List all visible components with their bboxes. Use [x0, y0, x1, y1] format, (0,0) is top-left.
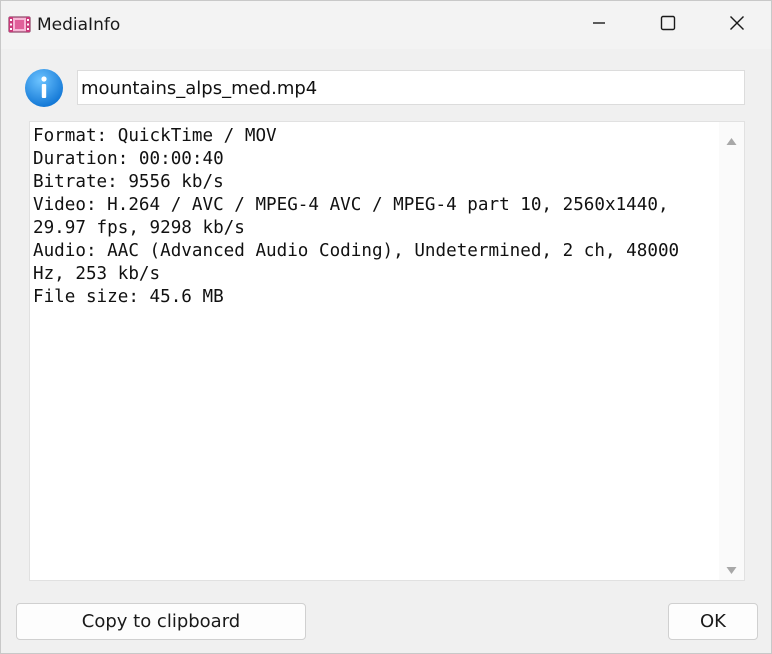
minimize-icon	[591, 15, 607, 35]
scroll-down-arrow-icon[interactable]	[726, 560, 737, 579]
vertical-scrollbar[interactable]	[719, 122, 744, 580]
close-icon	[729, 15, 745, 35]
copy-to-clipboard-button[interactable]: Copy to clipboard	[16, 603, 306, 640]
window-title: MediaInfo	[37, 15, 121, 35]
info-icon	[24, 68, 64, 108]
mediainfo-dialog: MediaInfo mountains_alps_med.mp4 Format:…	[0, 0, 772, 654]
maximize-icon	[660, 15, 676, 35]
media-info-text[interactable]: Format: QuickTime / MOV Duration: 00:00:…	[33, 125, 717, 309]
minimize-button[interactable]	[576, 1, 622, 49]
maximize-button[interactable]	[645, 1, 691, 49]
filename-field[interactable]: mountains_alps_med.mp4	[77, 70, 745, 105]
ok-button[interactable]: OK	[668, 603, 758, 640]
film-strip-icon	[8, 15, 31, 34]
scroll-up-arrow-icon[interactable]	[726, 131, 737, 150]
close-button[interactable]	[714, 1, 760, 49]
media-info-text-area[interactable]: Format: QuickTime / MOV Duration: 00:00:…	[29, 121, 745, 581]
title-bar[interactable]: MediaInfo	[1, 1, 771, 49]
